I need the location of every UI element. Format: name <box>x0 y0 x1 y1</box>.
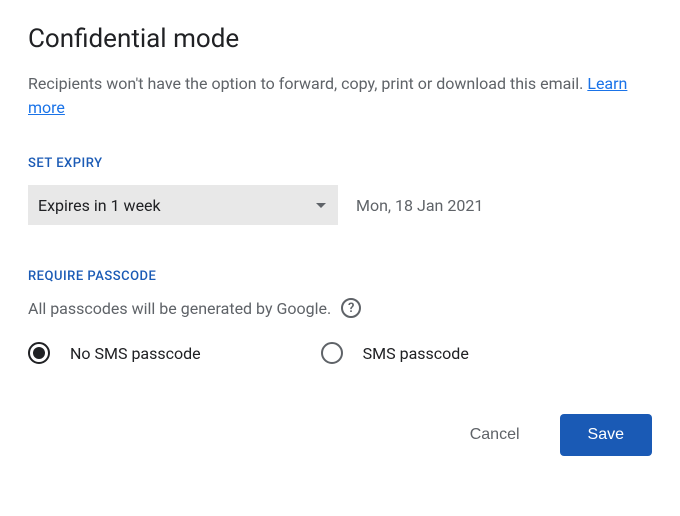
passcode-note-row: All passcodes will be generated by Googl… <box>28 298 652 318</box>
dialog-actions: Cancel Save <box>28 414 652 456</box>
passcode-radio-group: No SMS passcode SMS passcode <box>28 342 652 364</box>
radio-icon <box>321 342 343 364</box>
expiry-dropdown[interactable]: Expires in 1 week <box>28 185 338 225</box>
radio-dot-icon <box>33 347 45 359</box>
set-expiry-label: SET EXPIRY <box>28 156 652 171</box>
chevron-down-icon <box>316 203 326 208</box>
radio-label-sms: SMS passcode <box>363 344 469 363</box>
help-icon[interactable]: ? <box>341 298 361 318</box>
radio-label-no-sms: No SMS passcode <box>70 344 201 363</box>
cancel-button[interactable]: Cancel <box>458 418 532 452</box>
description-text: Recipients won't have the option to forw… <box>28 74 587 93</box>
radio-icon <box>28 342 50 364</box>
dialog-title: Confidential mode <box>28 24 652 54</box>
dialog-description: Recipients won't have the option to forw… <box>28 72 652 120</box>
expiry-selected-value: Expires in 1 week <box>38 196 161 215</box>
save-button[interactable]: Save <box>560 414 652 456</box>
radio-no-sms-passcode[interactable]: No SMS passcode <box>28 342 201 364</box>
expiry-row: Expires in 1 week Mon, 18 Jan 2021 <box>28 185 652 225</box>
radio-sms-passcode[interactable]: SMS passcode <box>321 342 469 364</box>
passcode-note-text: All passcodes will be generated by Googl… <box>28 299 331 318</box>
require-passcode-label: REQUIRE PASSCODE <box>28 269 652 284</box>
expiry-date: Mon, 18 Jan 2021 <box>356 196 483 215</box>
